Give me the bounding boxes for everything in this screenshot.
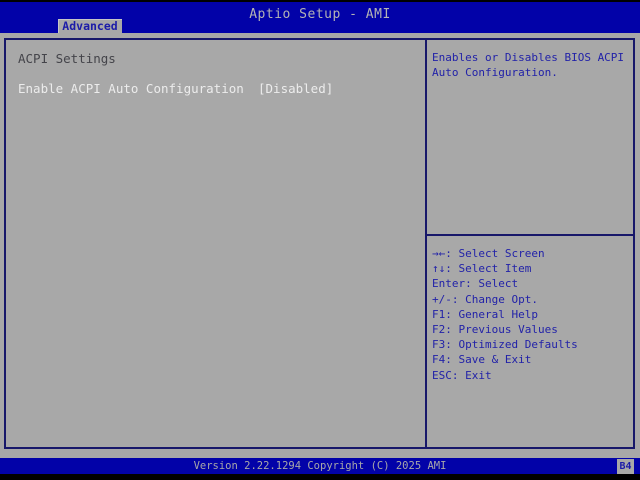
- help-divider: [427, 234, 633, 236]
- workspace: ACPI Settings Enable ACPI Auto Configura…: [0, 33, 640, 458]
- key-hint-select-item: ↑↓: Select Item: [432, 262, 532, 276]
- key-hint-save-exit: F4: Save & Exit: [432, 353, 532, 367]
- status-badge: B4: [617, 459, 634, 474]
- setting-label: Enable ACPI Auto Configuration: [18, 81, 244, 96]
- tab-advanced[interactable]: Advanced: [58, 19, 122, 33]
- help-panel: Enables or Disables BIOS ACPI Auto Confi…: [427, 40, 633, 447]
- section-title: ACPI Settings: [18, 51, 116, 66]
- content-frame: ACPI Settings Enable ACPI Auto Configura…: [4, 38, 635, 449]
- key-hint-enter-select: Enter: Select: [432, 277, 519, 291]
- title-bar: Aptio Setup - AMI Advanced: [0, 2, 640, 33]
- status-bar: Version 2.22.1294 Copyright (C) 2025 AMI…: [0, 458, 640, 474]
- key-hint-optimized-defaults: F3: Optimized Defaults: [432, 338, 578, 352]
- version-text: Version 2.22.1294 Copyright (C) 2025 AMI: [193, 460, 447, 472]
- help-description: Enables or Disables BIOS ACPI Auto Confi…: [432, 51, 625, 79]
- key-hints-legend: →←: Select Screen ↑↓: Select Item Enter:…: [432, 246, 630, 383]
- key-hint-select-screen: →←: Select Screen: [432, 247, 545, 260]
- key-hint-general-help: F1: General Help: [432, 307, 538, 321]
- setting-value[interactable]: [Disabled]: [258, 81, 333, 96]
- setting-row-acpi-auto-configuration[interactable]: Enable ACPI Auto Configuration [Disabled…: [6, 81, 425, 96]
- bios-setup-screen: Aptio Setup - AMI Advanced ACPI Settings…: [0, 0, 640, 480]
- key-hint-esc-exit: ESC: Exit: [432, 368, 492, 382]
- key-hint-change-opt: +/-: Change Opt.: [432, 292, 538, 306]
- settings-panel: ACPI Settings Enable ACPI Auto Configura…: [6, 40, 427, 447]
- key-hint-previous-values: F2: Previous Values: [432, 322, 558, 336]
